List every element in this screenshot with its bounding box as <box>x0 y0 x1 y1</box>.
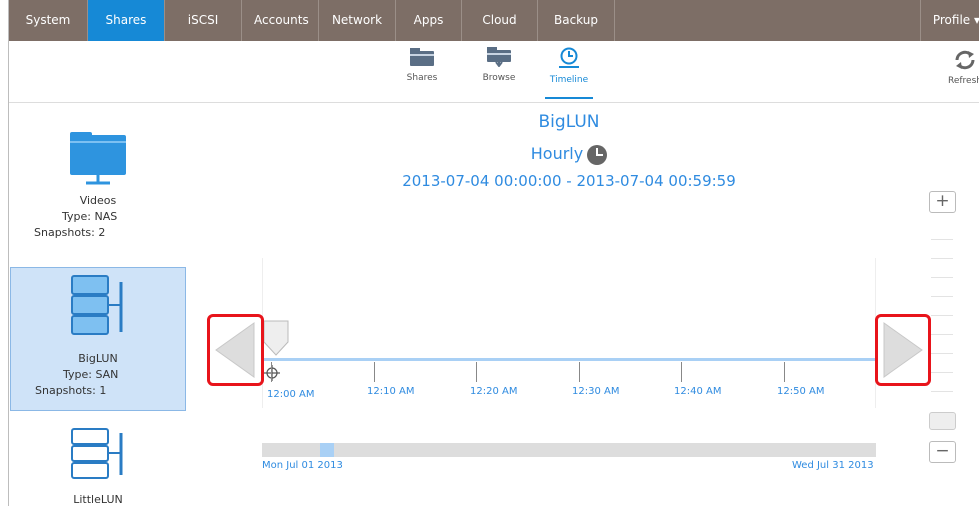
scrubber-start-label: Mon Jul 01 2013 <box>262 460 343 471</box>
zoom-track-line <box>931 277 953 278</box>
timeline-tick <box>681 362 682 382</box>
share-item-biglun[interactable]: BigLUN Type: SAN Snapshots: 1 <box>10 267 186 411</box>
timeline-tick <box>476 362 477 382</box>
share-snapshots: Snapshots: 2 <box>34 226 106 239</box>
zoom-track-line <box>931 258 953 259</box>
app-frame: System Shares iSCSI Accounts Network App… <box>8 0 979 506</box>
share-name: Videos <box>79 194 117 207</box>
zoom-track-line <box>931 391 953 392</box>
folder-network-icon <box>70 132 126 185</box>
timeline-tool-button[interactable]: Timeline <box>539 47 599 99</box>
share-name: BigLUN <box>78 352 118 365</box>
zoom-track-line <box>931 239 953 240</box>
tab-shares[interactable]: Shares <box>88 0 165 41</box>
timeline-tool-label: Timeline <box>549 75 589 85</box>
timeline-range: 2013-07-04 00:00:00 - 2013-07-04 00:59:5… <box>402 172 736 190</box>
zoom-out-button[interactable]: − <box>929 441 956 463</box>
timeline-tick <box>271 362 272 382</box>
tick-label: 12:00 AM <box>267 389 315 400</box>
date-scrubber[interactable] <box>262 443 876 457</box>
snapshot-marker[interactable] <box>263 320 289 356</box>
scrubber-end-label: Wed Jul 31 2013 <box>792 460 874 471</box>
share-item-littlelun[interactable]: LittleLUN <box>10 425 186 506</box>
top-nav: System Shares iSCSI Accounts Network App… <box>9 0 979 41</box>
timeline-tick <box>374 362 375 382</box>
tab-network[interactable]: Network <box>319 0 396 41</box>
tick-label: 12:50 AM <box>777 386 825 397</box>
zoom-track-line <box>931 353 953 354</box>
share-name: LittleLUN <box>73 493 123 506</box>
zoom-slider-handle[interactable] <box>929 412 956 430</box>
tab-cloud[interactable]: Cloud <box>462 0 538 41</box>
tab-system[interactable]: System <box>9 0 88 41</box>
tab-accounts[interactable]: Accounts <box>242 0 319 41</box>
clock-icon <box>587 144 608 165</box>
tab-iscsi[interactable]: iSCSI <box>165 0 242 41</box>
zoom-track-line <box>931 372 953 373</box>
folder-browse-icon <box>487 47 511 67</box>
share-type: Type: SAN <box>63 368 119 381</box>
timeline-tick <box>784 362 785 382</box>
lun-icon <box>71 275 123 335</box>
granularity-label: Hourly <box>530 144 584 163</box>
left-arrow-icon <box>215 322 255 378</box>
tick-label: 12:20 AM <box>470 386 518 397</box>
refresh-button[interactable]: Refresh <box>940 49 979 86</box>
zoom-in-button[interactable]: + <box>929 191 956 213</box>
previous-arrow-button[interactable] <box>207 314 264 386</box>
zoom-track-line <box>931 334 953 335</box>
tab-backup[interactable]: Backup <box>538 0 615 41</box>
right-arrow-icon <box>883 322 923 378</box>
zoom-track-line <box>931 296 953 297</box>
timeline-title: BigLUN <box>538 112 600 132</box>
zoom-track-line <box>931 315 953 316</box>
timeline-clock-icon <box>559 47 579 68</box>
toolbar: Shares Browse Timeline Refresh <box>9 41 979 103</box>
profile-menu[interactable]: Profile ▾ <box>919 0 979 41</box>
share-item-videos[interactable]: Videos Type: NAS Snapshots: 2 <box>10 130 186 250</box>
refresh-icon <box>955 50 975 70</box>
tick-label: 12:40 AM <box>674 386 722 397</box>
shares-tool-label: Shares <box>406 73 438 83</box>
shares-tool-button[interactable]: Shares <box>392 47 452 83</box>
timeline-axis <box>262 358 876 361</box>
share-snapshots: Snapshots: 1 <box>35 384 107 397</box>
tick-label: 12:10 AM <box>367 386 415 397</box>
browse-tool-label: Browse <box>482 73 516 83</box>
tab-apps[interactable]: Apps <box>396 0 462 41</box>
scrubber-thumb[interactable] <box>320 443 334 457</box>
tick-label: 12:30 AM <box>572 386 620 397</box>
share-type: Type: NAS <box>62 210 118 223</box>
timeline-tick <box>579 362 580 382</box>
browse-tool-button[interactable]: Browse <box>469 47 529 83</box>
refresh-label: Refresh <box>948 76 979 86</box>
timeline-granularity[interactable]: Hourly <box>309 144 829 165</box>
folder-icon <box>410 48 434 66</box>
lun-icon <box>71 428 123 479</box>
next-arrow-button[interactable] <box>875 314 931 386</box>
crosshair-icon <box>264 365 280 381</box>
